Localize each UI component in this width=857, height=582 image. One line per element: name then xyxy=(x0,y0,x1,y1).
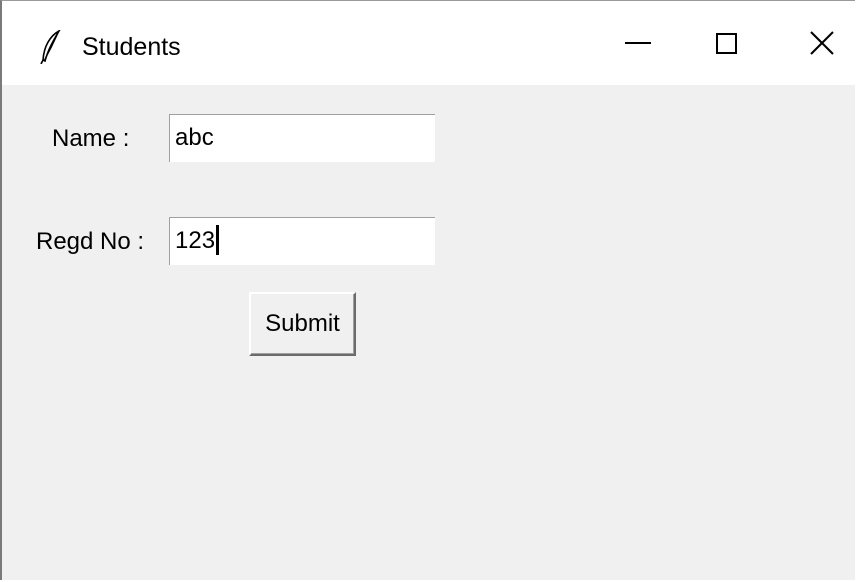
close-button[interactable] xyxy=(782,1,855,85)
feather-icon xyxy=(40,30,61,64)
regd-no-input-value: 123 xyxy=(175,227,216,254)
minimize-button[interactable] xyxy=(598,1,678,85)
window-title: Students xyxy=(82,33,181,61)
maximize-button[interactable] xyxy=(686,1,766,85)
students-window: Students Name : abc Regd No : 123 Submit xyxy=(0,0,855,580)
name-input-value: abc xyxy=(175,124,214,151)
close-icon xyxy=(810,31,834,55)
regd-no-input[interactable]: 123 xyxy=(169,217,435,265)
maximize-icon xyxy=(715,32,737,54)
text-cursor xyxy=(216,224,220,255)
name-input[interactable]: abc xyxy=(169,114,435,162)
submit-button[interactable]: Submit xyxy=(249,292,356,356)
minimize-icon xyxy=(625,42,651,44)
title-bar[interactable]: Students xyxy=(2,1,855,85)
name-label: Name : xyxy=(52,125,130,152)
regd-no-label: Regd No : xyxy=(36,228,145,255)
